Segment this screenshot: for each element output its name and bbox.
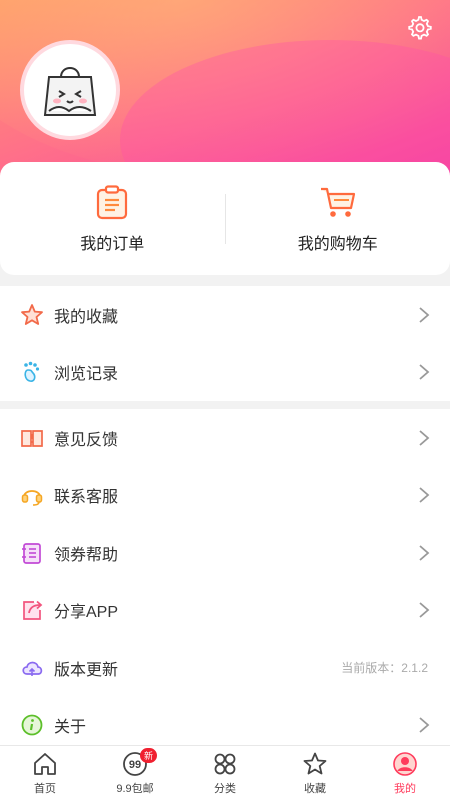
avatar[interactable] bbox=[20, 40, 120, 140]
share-icon bbox=[20, 598, 44, 622]
menu-item-label: 关于 bbox=[54, 719, 87, 737]
tab-nine-nine-free-shipping[interactable]: 99 新 9.9包邮 bbox=[90, 746, 180, 800]
tab-label: 首页 bbox=[34, 782, 56, 795]
menu-item-label: 联系客服 bbox=[54, 489, 119, 507]
footprint-icon bbox=[20, 360, 44, 384]
menu-item-customer-service[interactable]: 联系客服 bbox=[0, 467, 450, 525]
shopping-bag-mascot-icon bbox=[43, 67, 97, 116]
tab-label: 9.9包邮 bbox=[116, 782, 154, 795]
cart-icon bbox=[320, 187, 355, 217]
menu-item-label: 分享APP bbox=[54, 604, 119, 622]
chevron-right-icon bbox=[419, 487, 430, 503]
version-text: 当前版本：2.1.2 bbox=[341, 661, 428, 676]
my-orders-button[interactable]: 我的订单 bbox=[0, 162, 225, 275]
chevron-right-icon bbox=[419, 717, 430, 733]
info-icon bbox=[20, 713, 44, 737]
menu-group-favorites: 我的收藏 浏览记录 bbox=[0, 286, 450, 401]
tab-mine[interactable]: 我的 bbox=[360, 746, 450, 800]
menu-item-label: 浏览记录 bbox=[54, 366, 119, 384]
star-outline-icon bbox=[303, 752, 327, 774]
bottom-tab-bar: 首页 99 新 9.9包邮 分类 收藏 我的 bbox=[0, 745, 450, 800]
menu-item-coupon-help[interactable]: 领券帮助 bbox=[0, 524, 450, 582]
chevron-right-icon bbox=[419, 307, 430, 323]
tab-category[interactable]: 分类 bbox=[180, 746, 270, 800]
feedback-book-icon bbox=[20, 426, 44, 450]
menu-group-settings: 意见反馈 联系客服 领券帮助 分享APP 版本更新 当前版本：2.1.2 关于 bbox=[0, 409, 450, 745]
menu-item-share-app[interactable]: 分享APP bbox=[0, 582, 450, 640]
order-card: 我的订单 我的购物车 bbox=[0, 162, 450, 275]
my-orders-label: 我的订单 bbox=[80, 235, 145, 253]
menu-item-favorites[interactable]: 我的收藏 bbox=[0, 286, 450, 344]
tab-label: 收藏 bbox=[304, 782, 326, 795]
headset-icon bbox=[20, 483, 44, 507]
category-icon bbox=[214, 753, 236, 774]
chevron-right-icon bbox=[419, 430, 430, 446]
menu-item-label: 意见反馈 bbox=[54, 431, 119, 449]
chevron-right-icon bbox=[419, 364, 430, 380]
menu-item-label: 领券帮助 bbox=[54, 546, 119, 564]
chevron-right-icon bbox=[419, 602, 430, 618]
menu-item-feedback[interactable]: 意见反馈 bbox=[0, 409, 450, 467]
star-icon bbox=[20, 303, 44, 327]
settings-gear-icon[interactable] bbox=[406, 14, 432, 40]
home-icon bbox=[34, 752, 56, 775]
tab-label: 我的 bbox=[394, 782, 416, 795]
new-badge: 新 bbox=[140, 748, 158, 763]
cloud-update-icon bbox=[20, 656, 44, 680]
tab-label: 分类 bbox=[214, 782, 236, 795]
tab-favorites[interactable]: 收藏 bbox=[270, 746, 360, 800]
my-cart-button[interactable]: 我的购物车 bbox=[226, 162, 450, 275]
clipboard-icon bbox=[97, 184, 128, 219]
my-cart-label: 我的购物车 bbox=[297, 235, 378, 253]
menu-item-label: 版本更新 bbox=[54, 661, 119, 679]
tab-home[interactable]: 首页 bbox=[0, 746, 90, 800]
chevron-right-icon bbox=[419, 545, 430, 561]
user-icon bbox=[393, 751, 417, 776]
menu-item-version-update[interactable]: 版本更新 当前版本：2.1.2 bbox=[0, 639, 450, 697]
menu-item-history[interactable]: 浏览记录 bbox=[0, 344, 450, 402]
coupon-notebook-icon bbox=[20, 541, 44, 565]
menu-item-label: 我的收藏 bbox=[54, 308, 119, 326]
svg-text:99: 99 bbox=[129, 759, 141, 771]
